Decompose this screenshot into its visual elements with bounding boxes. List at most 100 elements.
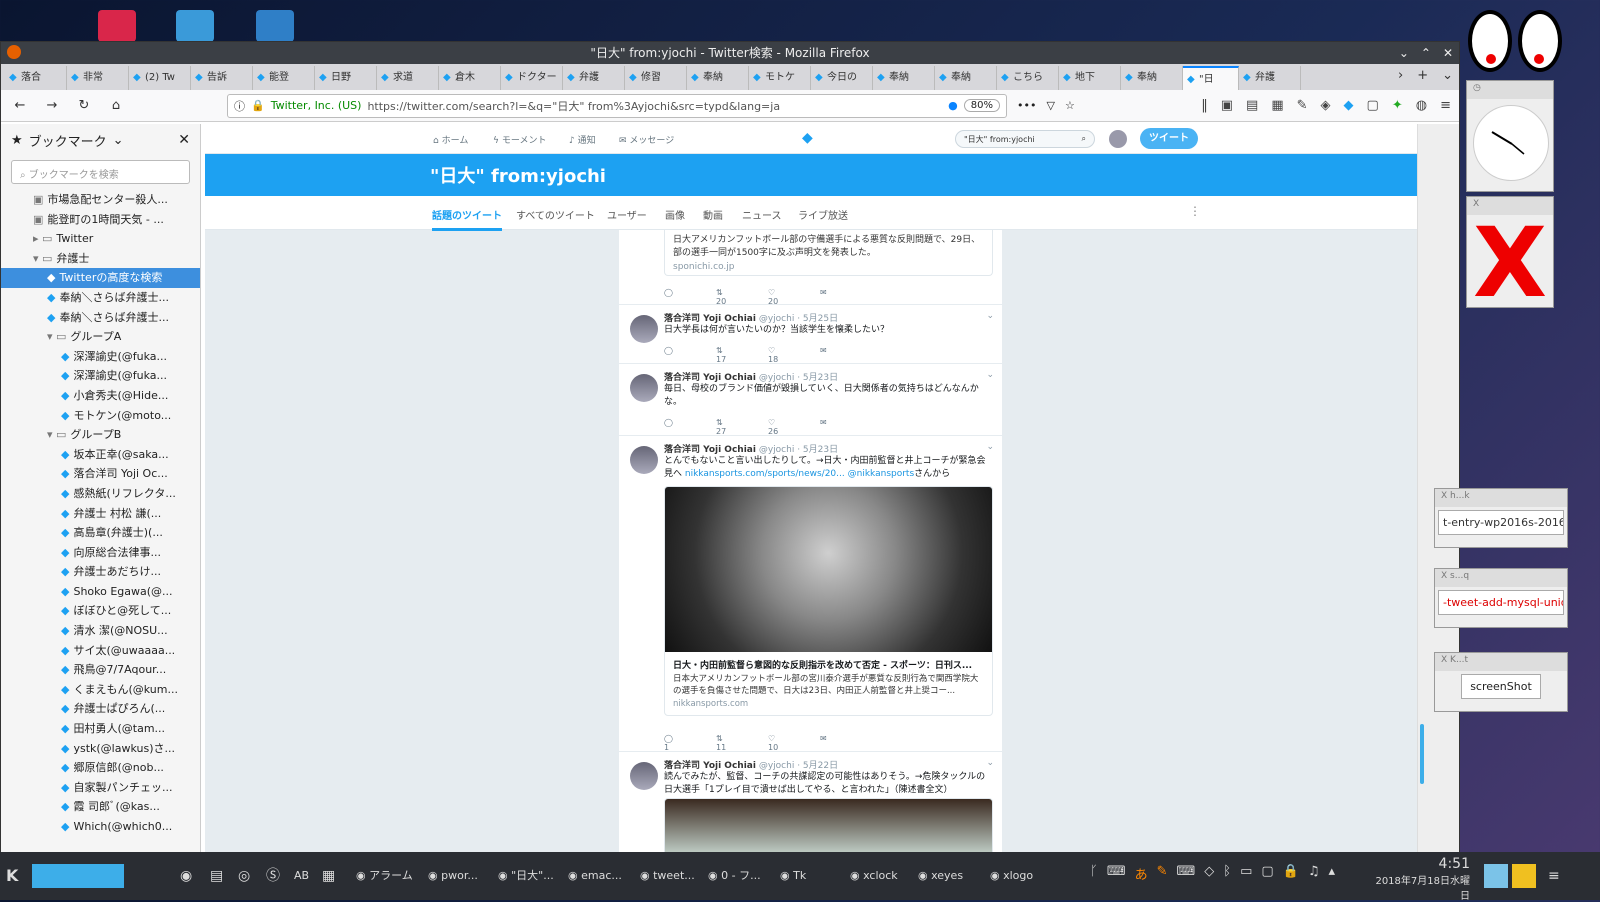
reply-action[interactable]: ◯ <box>664 346 716 364</box>
browser-tab[interactable]: ◆ (2) Tw <box>129 66 191 90</box>
clipboard-icon[interactable]: ▢ <box>1367 98 1379 113</box>
minimize-icon[interactable]: ⌄ <box>1399 42 1409 64</box>
tab-list-icon[interactable]: ⌄ <box>1442 68 1453 83</box>
browser-tab[interactable]: ◆ 修習 <box>625 66 687 90</box>
taskbar-task[interactable]: ◉ アラーム <box>356 864 413 888</box>
bookmark-item[interactable]: ◆ Which(@which0... <box>1 817 200 837</box>
dm-action[interactable]: ✉ <box>820 418 872 436</box>
library-icon[interactable]: ‖ <box>1201 98 1208 113</box>
bookmark-item[interactable]: ▾ ▭ グループA <box>1 327 200 347</box>
url-bar[interactable]: ⓘ 🔒 Twitter, Inc. (US) https://twitter.c… <box>227 93 1007 118</box>
bookmark-item[interactable]: ◆ 飛鳥@7/7Aqour... <box>1 660 200 680</box>
leaf-extension-icon[interactable]: ✦ <box>1392 98 1403 113</box>
xclock-window[interactable]: ◷ <box>1466 80 1554 192</box>
dm-action[interactable]: ✉ <box>820 734 872 752</box>
like-action[interactable]: ♡ 18 <box>768 346 820 364</box>
taskbar-task[interactable]: ◉ Tk <box>780 864 806 888</box>
bookmark-item[interactable]: ◆ 奉納＼さらば弁護士... <box>1 308 200 328</box>
tweet-link[interactable]: nikkansports.com/sports/news/20... <box>685 469 845 479</box>
taskbar-task[interactable]: ◉ xeyes <box>918 864 963 888</box>
tk-window[interactable]: X s...q -tweet-add-mysql-uniq.rb <box>1434 568 1568 628</box>
xlogo-window[interactable]: X X <box>1466 196 1554 311</box>
show-desktop-icon[interactable] <box>1484 864 1508 888</box>
tweet-author-name[interactable]: 落合洋司 Yoji Ochiai <box>664 314 756 324</box>
clipboard-tray-icon[interactable]: ▢ <box>1261 864 1273 883</box>
reader-icon[interactable]: ▤ <box>1246 98 1258 113</box>
home-icon[interactable]: ⌂ <box>105 95 127 117</box>
trash-desktop-icon[interactable] <box>98 10 136 42</box>
pager[interactable] <box>32 864 124 888</box>
browser-tab[interactable]: ◆ 落合 <box>5 66 67 90</box>
twitter-search-input[interactable]: "日大" from:yjochi ⌕ <box>955 130 1095 148</box>
dictionary-quicklaunch-icon[interactable]: AB <box>294 864 309 888</box>
browser-tab[interactable]: ◆ 奉納 <box>687 66 749 90</box>
new-tab-icon[interactable]: + <box>1417 68 1428 83</box>
tweet-date[interactable]: 5月22日 <box>803 761 838 771</box>
nav-notifications[interactable]: ♪ 通知 <box>569 133 596 146</box>
browser-tab[interactable]: ◆ ドクター <box>501 66 563 90</box>
avatar[interactable] <box>630 374 658 402</box>
tray-glyph-icon[interactable]: ᚴ <box>1090 864 1098 883</box>
twitter-extension-icon[interactable]: ◆ <box>1344 98 1354 113</box>
avatar[interactable] <box>630 446 658 474</box>
tweet[interactable]: 落合洋司 Yoji Ochiai @yjochi · 5月25日 ⌄ 日大学長は… <box>619 304 1002 364</box>
taskbar-task[interactable]: ◉ 0 - フ... <box>708 864 761 888</box>
chevron-down-icon[interactable]: ⌄ <box>986 370 994 380</box>
forward-arrow-icon[interactable]: → <box>41 95 63 117</box>
nav-messages[interactable]: ✉ メッセージ <box>619 133 674 146</box>
user-avatar[interactable] <box>1109 130 1127 148</box>
browser-tab[interactable]: ◆ モトケ <box>749 66 811 90</box>
bookmark-item[interactable]: ◆ 感熱紙(リフレクタ... <box>1 484 200 504</box>
retweet-action[interactable]: ⇅ 11 <box>716 734 768 752</box>
subnav-tab[interactable]: ライブ放送 <box>798 207 848 222</box>
tweet[interactable]: 落合洋司 Yoji Ochiai @yjochi · 5月23日 ⌄ 毎日、母校… <box>619 363 1002 436</box>
avatar[interactable] <box>630 762 658 790</box>
browser-tab[interactable]: ◆ 弁護 <box>1239 66 1301 90</box>
retweet-action[interactable]: ⇅ 27 <box>716 418 768 436</box>
bookmark-item[interactable]: ◆ ぼぼひと@死して... <box>1 601 200 621</box>
notes-icon[interactable] <box>1512 864 1536 888</box>
taskbar-task[interactable]: ◉ pwor... <box>428 864 478 888</box>
browser-tab[interactable]: ◆ "日 <box>1183 66 1239 90</box>
reply-action[interactable]: ◯ 1 <box>664 734 716 752</box>
pen-extension-icon[interactable]: ✎ <box>1297 98 1308 113</box>
bookmark-item[interactable]: ◆ 坂本正幸(@saka... <box>1 445 200 465</box>
bookmark-item[interactable]: ◆ くまえもん(@kum... <box>1 680 200 700</box>
info-icon[interactable]: ⓘ <box>234 98 245 114</box>
bookmark-item[interactable]: ◆ 深澤諭史(@fuka... <box>1 366 200 386</box>
kde-launcher-icon[interactable]: K <box>6 864 18 888</box>
browser-tab[interactable]: ◆ 今日の <box>811 66 873 90</box>
window-titlebar[interactable]: "日大" from:yjochi - Twitter検索 - Mozilla F… <box>1 42 1459 64</box>
s-quicklaunch-icon[interactable]: Ⓢ <box>266 864 280 888</box>
back-arrow-icon[interactable]: ← <box>9 95 31 117</box>
subnav-tab[interactable]: 動画 <box>703 207 723 222</box>
taskbar-task[interactable]: ◉ xclock <box>850 864 898 888</box>
taskbar-task[interactable]: ◉ tweet... <box>640 864 695 888</box>
browser-tab[interactable]: ◆ 奉納 <box>873 66 935 90</box>
tweet-mention[interactable]: @nikkansports <box>848 469 915 479</box>
browser-tab[interactable]: ◆ 倉木 <box>439 66 501 90</box>
menu-icon[interactable]: ≡ <box>1440 98 1451 113</box>
news-photo[interactable] <box>665 487 992 652</box>
globe-extension-icon[interactable]: ◍ <box>1416 98 1427 113</box>
news-card[interactable]: 日大・内田前監督ら意図的な反則指示を改めて否定 - スポーツ：日刊ス... 日本… <box>664 486 993 716</box>
home-folder-desktop-icon[interactable] <box>176 10 214 42</box>
bookmark-item[interactable]: ◆ サイ太(@uwaaaa... <box>1 641 200 661</box>
site-identity[interactable]: Twitter, Inc. (US) <box>271 99 362 112</box>
search-icon[interactable]: ⌕ <box>1082 134 1086 144</box>
browser-tab[interactable]: ◆ 告訴 <box>191 66 253 90</box>
bookmark-search-input[interactable]: ⌕ ブックマークを検索 <box>11 160 190 184</box>
like-action[interactable]: ♡ 26 <box>768 418 820 436</box>
bookmark-item[interactable]: ◆ 高島章(弁護士)(... <box>1 523 200 543</box>
tweet-author-name[interactable]: 落合洋司 Yoji Ochiai <box>664 761 756 771</box>
bookmark-item[interactable]: ◆ 霞 司郎ﾞ(@kas... <box>1 797 200 817</box>
volume-icon[interactable]: ♫ <box>1308 864 1320 883</box>
bookmark-item[interactable]: ▣ 能登町の1時間天気 - ... <box>1 210 200 230</box>
xeyes-widget[interactable] <box>1468 10 1564 74</box>
browser-tab[interactable]: ◆ こちら <box>997 66 1059 90</box>
zoom-level[interactable]: 80% <box>963 99 1000 112</box>
tk-entry[interactable]: t-entry-wp2016s-201610 <box>1438 510 1564 535</box>
bookmark-item[interactable]: ◆ 奉納＼さらば弁護士... <box>1 288 200 308</box>
nav-moments[interactable]: ϟ モーメント <box>493 133 546 146</box>
panel-menu-icon[interactable]: ≡ <box>1548 864 1560 888</box>
